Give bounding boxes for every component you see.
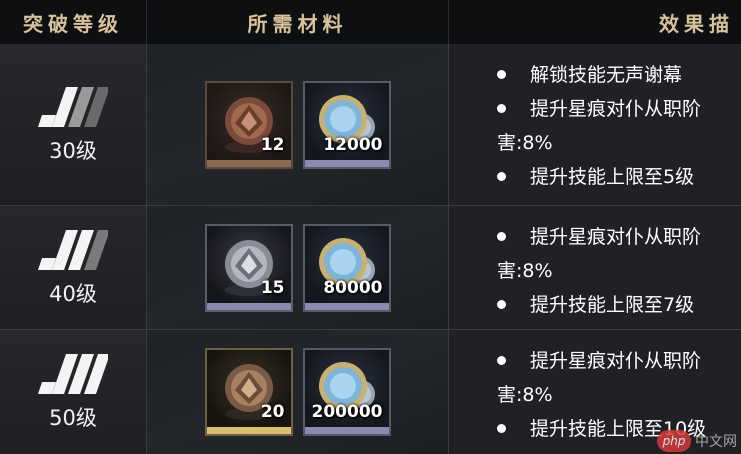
effect-item: 提升星痕对仆从职阶: [449, 344, 741, 378]
material-quantity: 12000: [323, 134, 383, 155]
materials-cell: 15 80000: [147, 206, 449, 329]
header-materials: 所需材料: [147, 0, 449, 44]
header-effect: 效果描: [659, 11, 734, 36]
material-quantity: 80000: [323, 277, 383, 298]
level-cell: 30级: [0, 44, 147, 205]
rarity-bar: [304, 159, 389, 167]
bullet-icon: [497, 299, 506, 309]
table-row: 40级 15 80000 提升星痕对仆从职阶 害:8% 提升技能上限至7级: [0, 206, 741, 330]
effect-continuation: 害:8%: [497, 260, 553, 282]
material-coin[interactable]: 200000: [302, 348, 391, 436]
material-coin[interactable]: 80000: [302, 223, 391, 312]
material-bronze-emblem[interactable]: 12: [204, 80, 293, 169]
rank-chevron-icon: [38, 354, 108, 394]
bullet-icon: [497, 171, 506, 181]
material-quantity: 20: [260, 402, 285, 422]
effect-item: 提升星痕对仆从职阶: [449, 92, 741, 126]
rarity-bar: [304, 302, 389, 310]
material-coin[interactable]: 12000: [302, 80, 391, 169]
table-row: 30级 12 12000 解锁技能无声谢幕 提升星痕对仆从职阶 害:8% 提升技…: [0, 44, 741, 206]
level-cell: 40级: [0, 206, 147, 329]
effects-cell: 提升星痕对仆从职阶 害:8% 提升技能上限至10级 php 中文网: [449, 330, 741, 454]
rarity-bar: [206, 427, 291, 434]
watermark-text: 中文网: [695, 434, 737, 450]
rank-chevron-icon: [38, 229, 108, 270]
effects-cell: 提升星痕对仆从职阶 害:8% 提升技能上限至7级: [449, 206, 741, 329]
material-gold-emblem[interactable]: 20: [204, 348, 293, 436]
effect-continuation: 害:8%: [497, 384, 553, 406]
effect-item: 提升技能上限至7级: [449, 288, 741, 322]
table-header: 突破等级 所需材料 效果描: [0, 0, 741, 45]
effect-item: 提升星痕对仆从职阶: [449, 220, 741, 254]
bullet-icon: [497, 103, 506, 113]
rarity-bar: [206, 159, 291, 167]
effect-item: 提升技能上限至5级: [449, 160, 741, 194]
rarity-bar: [206, 302, 291, 310]
header-level: 突破等级: [0, 0, 147, 44]
material-silver-emblem[interactable]: 15: [204, 223, 293, 312]
bullet-icon: [497, 423, 506, 433]
site-watermark: php 中文网: [657, 430, 737, 452]
effect-item: 解锁技能无声谢幕: [449, 58, 741, 92]
effect-continuation: 害:8%: [497, 132, 553, 154]
watermark-badge: php: [657, 430, 691, 452]
material-quantity: 15: [260, 277, 285, 298]
materials-cell: 12 12000: [147, 44, 449, 205]
level-label: 50级: [49, 406, 97, 430]
material-quantity: 200000: [311, 402, 383, 422]
level-cell: 50级: [0, 330, 147, 454]
breakthrough-table: 突破等级 所需材料 效果描 30级 12 12000 解锁技能无声谢幕 提升星痕…: [0, 0, 741, 454]
level-label: 40级: [49, 281, 97, 306]
materials-cell: 20 200000: [147, 330, 449, 454]
effects-cell: 解锁技能无声谢幕 提升星痕对仆从职阶 害:8% 提升技能上限至5级: [449, 44, 741, 205]
table-row: 50级 20 200000 提升星痕对仆从职阶 害:8% 提升技能上限至10级 …: [0, 330, 741, 454]
rarity-bar: [304, 427, 389, 434]
bullet-icon: [497, 231, 506, 241]
rank-chevron-icon: [38, 86, 108, 127]
bullet-icon: [497, 355, 506, 365]
material-quantity: 12: [260, 134, 285, 155]
level-label: 30级: [49, 138, 97, 163]
bullet-icon: [497, 69, 506, 79]
